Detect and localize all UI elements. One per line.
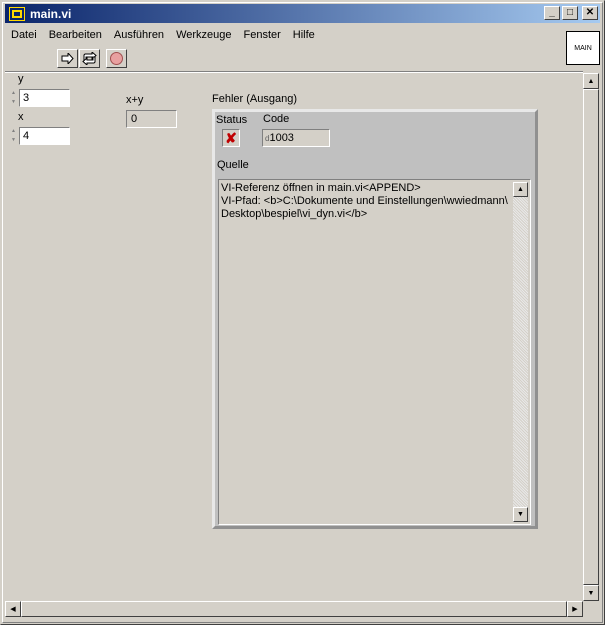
source-string-indicator[interactable]: VI-Referenz öffnen in main.vi<APPEND> VI… xyxy=(218,179,531,525)
y-label: y xyxy=(18,73,24,85)
menu-ausfuehren[interactable]: Ausführen xyxy=(108,29,170,41)
run-arrow-icon xyxy=(61,53,74,64)
horizontal-scroll-thumb[interactable] xyxy=(21,601,567,617)
window-controls: _ □ ✕ xyxy=(544,6,598,20)
code-value: 1003 xyxy=(269,132,294,144)
menu-fenster[interactable]: Fenster xyxy=(238,29,287,41)
x-down-arrow-icon[interactable]: ▼ xyxy=(9,136,18,145)
source-text: VI-Referenz öffnen in main.vi<APPEND> VI… xyxy=(221,182,508,220)
error-x-icon: ✘ xyxy=(225,130,237,146)
window-horizontal-scrollbar[interactable]: ◀ ▶ xyxy=(5,601,583,617)
source-label: Quelle xyxy=(217,159,249,171)
run-continuously-button[interactable] xyxy=(79,49,100,68)
code-label: Code xyxy=(263,113,290,125)
vi-icon-text: MAIN xyxy=(574,44,592,52)
status-label: Status xyxy=(216,114,248,126)
scroll-up-icon[interactable]: ▲ xyxy=(583,73,599,89)
y-numeric-input[interactable]: 3 xyxy=(19,89,70,107)
vi-connector-icon[interactable]: MAIN xyxy=(566,31,600,65)
run-continuously-icon xyxy=(82,52,97,65)
menu-datei[interactable]: Datei xyxy=(5,29,43,41)
source-scroll-down-icon[interactable]: ▼ xyxy=(513,507,528,522)
title-bar[interactable]: main.vi _ □ ✕ xyxy=(5,4,600,23)
abort-button[interactable] xyxy=(106,49,127,68)
window-vertical-scrollbar[interactable]: ▲ ▼ xyxy=(583,73,599,601)
maximize-button[interactable]: □ xyxy=(562,6,578,20)
menu-bearbeiten[interactable]: Bearbeiten xyxy=(43,29,108,41)
minimize-button[interactable]: _ xyxy=(544,6,560,20)
x-numeric-input[interactable]: 4 xyxy=(19,127,70,145)
scroll-left-icon[interactable]: ◀ xyxy=(5,601,21,617)
close-button[interactable]: ✕ xyxy=(582,6,598,20)
y-increment-decrement[interactable]: ▲ ▼ xyxy=(9,89,18,107)
y-up-arrow-icon[interactable]: ▲ xyxy=(9,89,18,98)
sum-numeric-indicator: 0 xyxy=(126,110,177,128)
run-button[interactable] xyxy=(57,49,78,68)
menu-bar: Datei Bearbeiten Ausführen Werkzeuge Fen… xyxy=(5,25,321,45)
code-indicator: d1003 xyxy=(262,129,330,147)
vertical-scroll-thumb[interactable] xyxy=(583,89,599,585)
scroll-right-icon[interactable]: ▶ xyxy=(567,601,583,617)
menu-hilfe[interactable]: Hilfe xyxy=(287,29,321,41)
status-indicator: ✘ xyxy=(222,129,240,147)
error-out-cluster: Status ✘ Code d1003 Quelle VI-Referenz ö… xyxy=(212,109,538,529)
source-scrollbar[interactable]: ▲ ▼ xyxy=(513,182,528,522)
y-down-arrow-icon[interactable]: ▼ xyxy=(9,98,18,107)
menu-werkzeuge[interactable]: Werkzeuge xyxy=(170,29,237,41)
x-up-arrow-icon[interactable]: ▲ xyxy=(9,127,18,136)
front-panel: y ▲ ▼ 3 x ▲ ▼ 4 x+y 0 Fehler (Ausgang) S… xyxy=(5,73,583,601)
toolbar xyxy=(5,45,563,71)
error-out-label: Fehler (Ausgang) xyxy=(212,93,297,105)
x-increment-decrement[interactable]: ▲ ▼ xyxy=(9,127,18,145)
labview-app-icon[interactable] xyxy=(9,6,25,21)
scroll-down-icon[interactable]: ▼ xyxy=(583,585,599,601)
stop-icon xyxy=(110,52,123,65)
sum-label: x+y xyxy=(126,94,144,106)
source-scroll-up-icon[interactable]: ▲ xyxy=(513,182,528,197)
labview-window: main.vi _ □ ✕ Datei Bearbeiten Ausführen… xyxy=(0,0,605,625)
x-label: x xyxy=(18,111,24,123)
window-title: main.vi xyxy=(30,6,72,21)
scrollbar-corner xyxy=(583,601,599,617)
